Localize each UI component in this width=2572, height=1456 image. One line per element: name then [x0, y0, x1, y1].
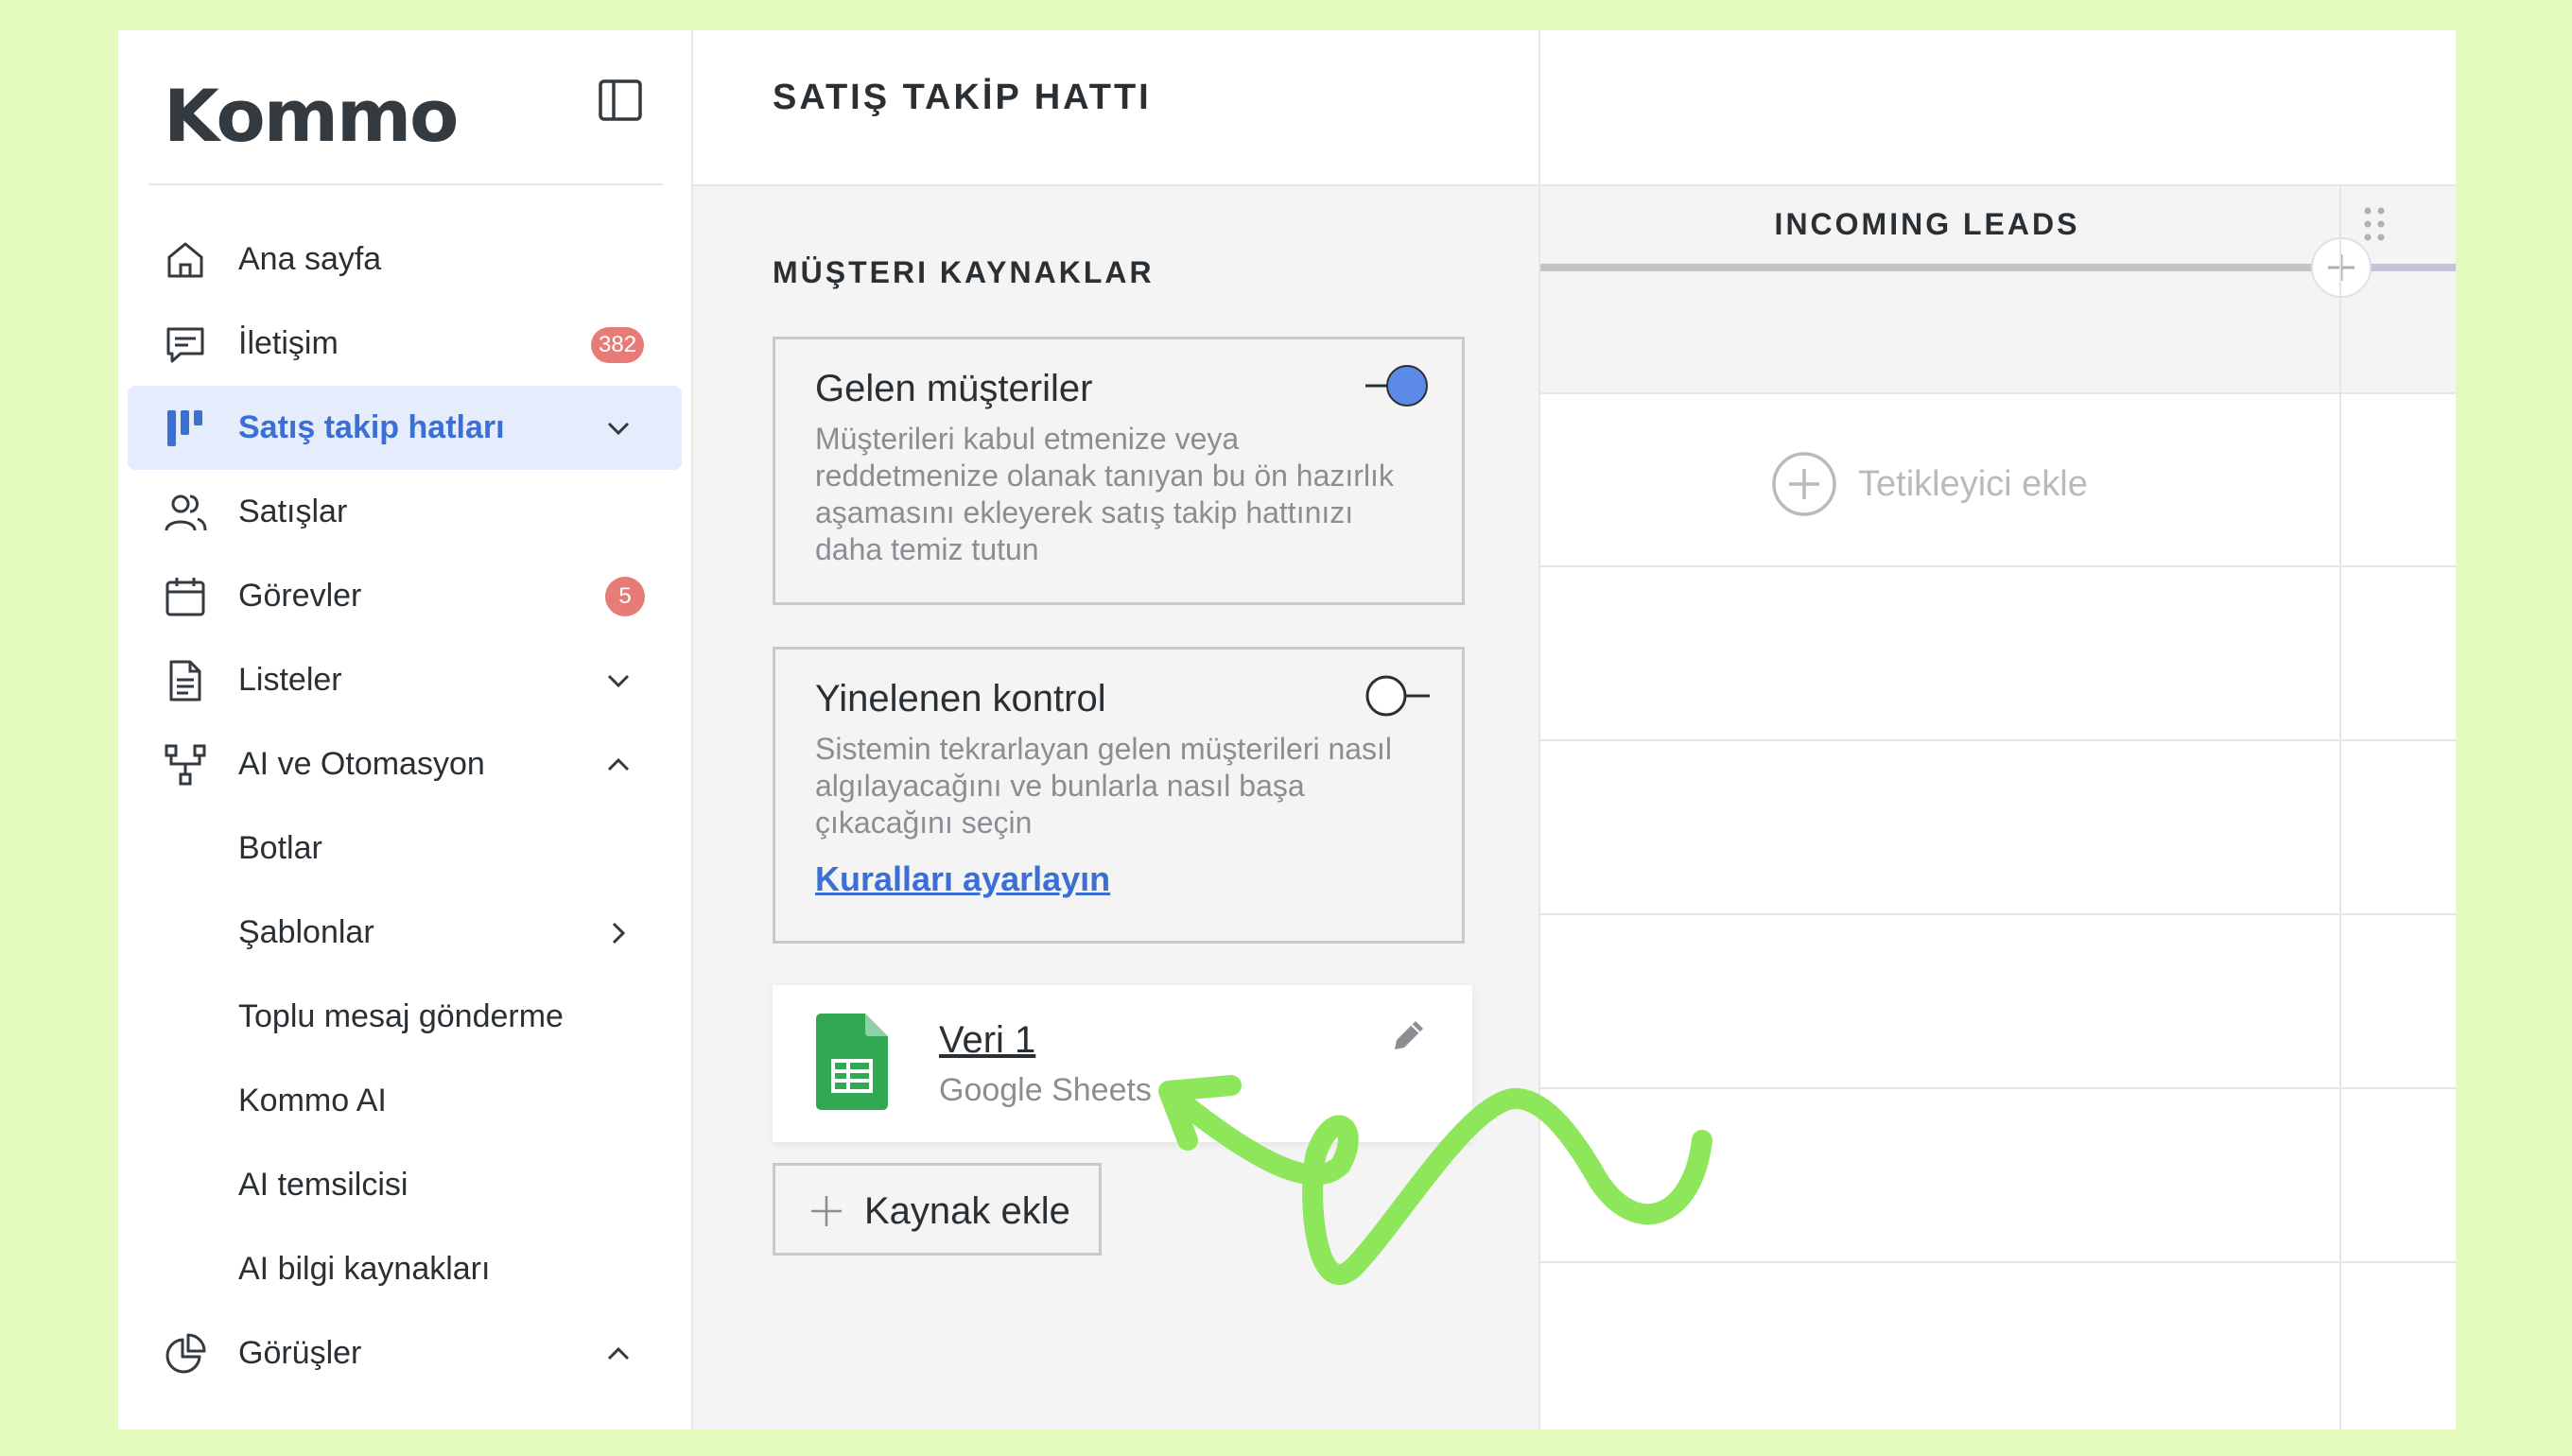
sidebar-item-label: Ana sayfa	[238, 241, 382, 277]
sidebar-item-kommo-ai[interactable]: Kommo AI	[128, 1059, 682, 1143]
set-rules-link[interactable]: Kuralları ayarlayın	[815, 859, 1110, 899]
sidebar-item-tasks[interactable]: Görevler 5	[128, 554, 682, 638]
section-title: MÜŞTERI KAYNAKLAR	[773, 255, 1155, 289]
sidebar-item-broadcast[interactable]: Toplu mesaj gönderme	[128, 975, 682, 1059]
incoming-leads-card: Gelen müşteriler Müşterileri kabul etmen…	[773, 337, 1465, 605]
sidebar-item-bots[interactable]: Botlar	[128, 806, 682, 891]
sidebar-item-label: AI temsilcisi	[238, 1167, 408, 1203]
sidebar-item-label: Kommo AI	[238, 1083, 387, 1118]
chevron-up-icon[interactable]	[604, 1340, 633, 1368]
sidebar-item-label: Görüşler	[238, 1335, 362, 1371]
sidebar-item-templates[interactable]: Şablonlar	[128, 891, 682, 975]
sidebar-item-label: Görevler	[238, 578, 362, 614]
card-title: Gelen müşteriler	[815, 368, 1093, 409]
duplicate-control-card: Yinelenen kontrol Sistemin tekrarlayan g…	[773, 647, 1465, 944]
plus-icon	[2328, 254, 2355, 281]
task-count-badge: 5	[605, 577, 645, 616]
plus-icon	[809, 1194, 843, 1228]
sidebar-item-insights[interactable]: Görüşler	[128, 1311, 682, 1395]
source-type: Google Sheets	[939, 1072, 1152, 1108]
source-name[interactable]: Veri 1	[939, 1019, 1035, 1062]
card-description: Sistemin tekrarlayan gelen müşterileri n…	[815, 732, 1393, 840]
sidebar-item-sales[interactable]: Satışlar	[128, 470, 682, 554]
pencil-icon[interactable]	[1387, 1014, 1431, 1057]
sidebar-item-pipelines[interactable]: Satış takip hatları	[128, 386, 682, 470]
app-window: Kommo Ana sayfa İletişim 382 Satış takip…	[118, 30, 2456, 1430]
row-divider	[1540, 1261, 2456, 1263]
users-icon	[164, 491, 207, 534]
add-source-button[interactable]: Kaynak ekle	[773, 1163, 1102, 1256]
sidebar-item-home[interactable]: Ana sayfa	[128, 217, 682, 302]
row-divider	[1540, 913, 2456, 915]
lead-sources-panel: SATIŞ TAKİP HATTI MÜŞTERI KAYNAKLAR Gele…	[693, 30, 1540, 1430]
incoming-leads-toggle[interactable]	[1364, 362, 1432, 409]
workflow-icon	[164, 743, 207, 787]
duplicate-control-toggle[interactable]	[1364, 672, 1432, 719]
chevron-down-icon[interactable]	[604, 667, 633, 695]
add-trigger-button[interactable]: Tetikleyici ekle	[1771, 446, 2088, 522]
pipeline-board: INCOMING LEADS Tetikleyici ekle	[1540, 30, 2456, 1430]
calendar-icon	[164, 575, 207, 618]
sidebar-item-lists[interactable]: Listeler	[128, 638, 682, 722]
chevron-up-icon[interactable]	[604, 751, 633, 779]
sidebar-item-label: Satış takip hatları	[238, 409, 505, 445]
sidebar: Kommo Ana sayfa İletişim 382 Satış takip…	[118, 30, 693, 1430]
page-title: SATIŞ TAKİP HATTI	[773, 78, 1152, 117]
incoming-leads-column-header: INCOMING LEADS	[1540, 186, 2456, 394]
chevron-down-icon[interactable]	[604, 414, 633, 442]
sidebar-item-ai-knowledge[interactable]: AI bilgi kaynakları	[128, 1227, 682, 1311]
sidebar-item-label: İletişim	[238, 325, 339, 361]
next-column-color-bar	[2371, 264, 2456, 271]
sidebar-nav: Ana sayfa İletişim 382 Satış takip hatla…	[128, 217, 682, 1395]
sidebar-item-contacts[interactable]: İletişim 382	[128, 302, 682, 386]
panel-header: SATIŞ TAKİP HATTI	[693, 30, 1538, 186]
add-source-label: Kaynak ekle	[864, 1190, 1070, 1232]
add-stage-button[interactable]	[2311, 237, 2372, 298]
document-icon	[164, 659, 207, 702]
column-color-bar	[1540, 264, 2314, 271]
row-divider	[1540, 565, 2456, 567]
sidebar-item-ai-agent[interactable]: AI temsilcisi	[128, 1143, 682, 1227]
sidebar-item-label: Botlar	[238, 830, 322, 866]
sidebar-item-label: Listeler	[238, 662, 342, 698]
pie-chart-icon	[164, 1332, 207, 1376]
unread-badge: 382	[591, 327, 645, 363]
row-divider	[1540, 1087, 2456, 1089]
sidebar-item-label: AI ve Otomasyon	[238, 746, 485, 782]
sidebar-divider	[148, 183, 663, 185]
sidebar-item-label: Satışlar	[238, 494, 348, 529]
column-title: INCOMING LEADS	[1774, 207, 2080, 241]
kommo-logo[interactable]: Kommo	[164, 68, 459, 163]
plus-circle-icon	[1771, 451, 1837, 517]
logo-text: Kommo	[164, 73, 459, 158]
google-sheets-icon	[816, 1014, 888, 1110]
column-divider	[2339, 186, 2341, 1430]
row-divider	[1540, 739, 2456, 741]
sidebar-item-label: Şablonlar	[238, 914, 374, 950]
pipeline-icon	[164, 407, 207, 450]
card-description: Müşterileri kabul etmenize veya reddetme…	[815, 422, 1394, 566]
sidebar-item-ai-automation[interactable]: AI ve Otomasyon	[128, 722, 682, 806]
drag-handle-icon[interactable]	[2361, 205, 2388, 243]
chevron-right-icon[interactable]	[604, 919, 633, 947]
sidebar-item-label: Toplu mesaj gönderme	[238, 998, 564, 1034]
sidebar-item-label: AI bilgi kaynakları	[238, 1251, 491, 1287]
chat-icon	[164, 322, 207, 366]
google-sheets-source-card[interactable]: Veri 1 Google Sheets	[773, 985, 1472, 1142]
add-trigger-label: Tetikleyici ekle	[1858, 463, 2088, 504]
home-icon	[164, 238, 207, 282]
sidebar-toggle-icon[interactable]	[596, 76, 645, 125]
card-title: Yinelenen kontrol	[815, 678, 1106, 719]
board-header	[1540, 30, 2456, 186]
